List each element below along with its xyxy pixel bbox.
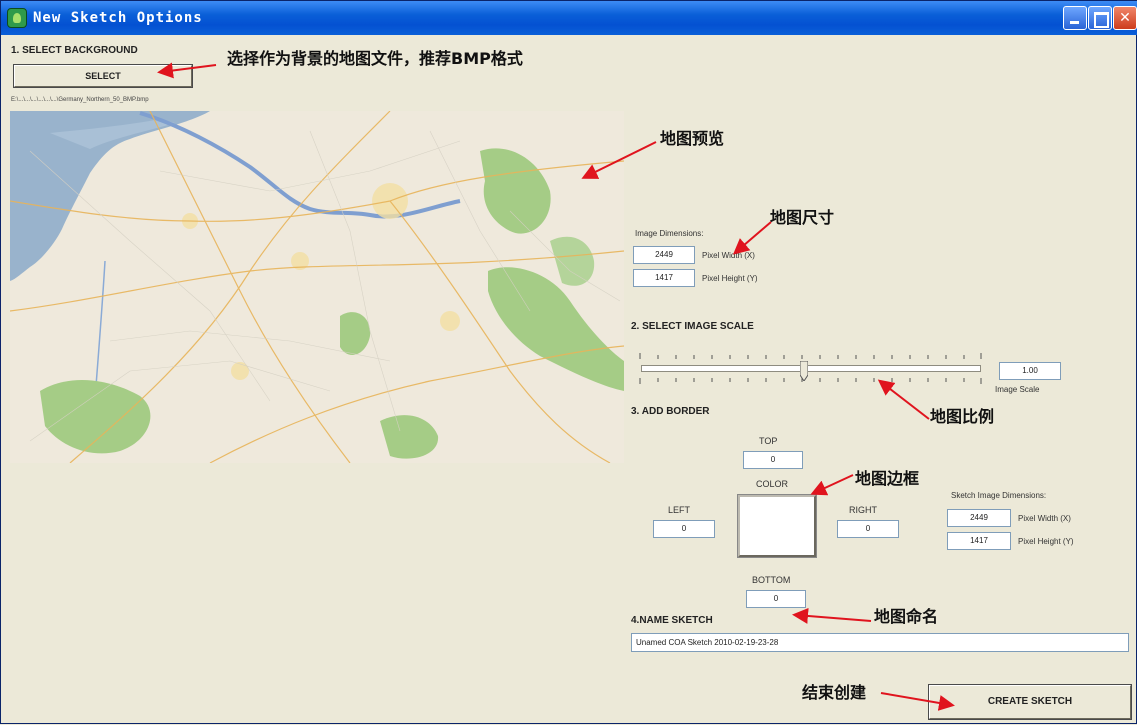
pixel-width-label: Pixel Width (X)	[702, 251, 755, 260]
sketch-pixel-height-field[interactable]: 1417	[947, 532, 1011, 550]
select-image-scale-heading: 2. SELECT IMAGE SCALE	[631, 321, 754, 332]
create-annotation: 结束创建	[802, 683, 867, 702]
border-left-field[interactable]: 0	[653, 520, 715, 538]
app-icon	[7, 8, 27, 28]
border-bottom-label: BOTTOM	[752, 575, 791, 585]
scale-ticks-bottom	[639, 378, 982, 384]
title-bar[interactable]: New Sketch Options ✕	[1, 1, 1137, 35]
maximize-icon	[1089, 7, 1111, 29]
border-right-label: RIGHT	[849, 505, 877, 515]
dimensions-arrow	[732, 221, 772, 255]
image-scale-slider[interactable]	[641, 365, 981, 372]
close-icon: ✕	[1119, 10, 1131, 26]
map-image	[10, 111, 624, 463]
pixel-width-field[interactable]: 2449	[633, 246, 695, 264]
border-bottom-field[interactable]: 0	[746, 590, 806, 608]
sketch-pixel-width-label: Pixel Width (X)	[1018, 514, 1071, 523]
map-preview-annotation: 地图预览	[660, 129, 725, 148]
select-background-heading: 1. SELECT BACKGROUND	[11, 45, 138, 56]
border-annotation: 地图边框	[855, 469, 920, 488]
dimensions-annotation: 地图尺寸	[770, 208, 835, 227]
window-title: New Sketch Options	[33, 10, 203, 26]
border-right-field[interactable]: 0	[837, 520, 899, 538]
create-sketch-button[interactable]: CREATE SKETCH	[928, 684, 1132, 720]
sketch-pixel-width-field[interactable]: 2449	[947, 509, 1011, 527]
image-scale-field[interactable]: 1.00	[999, 362, 1061, 380]
border-color-label: COLOR	[756, 479, 789, 489]
map-preview	[10, 111, 624, 463]
maximize-button[interactable]	[1088, 6, 1112, 30]
border-arrow	[810, 474, 854, 496]
scale-ticks-top	[639, 353, 982, 359]
scale-arrow	[877, 379, 930, 420]
pixel-height-field[interactable]: 1417	[633, 269, 695, 287]
name-arrow	[792, 607, 872, 624]
image-scale-label: Image Scale	[995, 385, 1040, 394]
new-sketch-options-window: New Sketch Options ✕ 1. SELECT BACKGROUN…	[0, 0, 1137, 724]
name-sketch-heading: 4.NAME SKETCH	[631, 615, 713, 626]
border-top-label: TOP	[759, 436, 778, 446]
sketch-name-input[interactable]: Unamed COA Sketch 2010-02-19-23-28	[631, 633, 1129, 652]
minimize-button[interactable]	[1063, 6, 1087, 30]
name-sketch-annotation: 地图命名	[874, 607, 939, 626]
border-top-field[interactable]: 0	[743, 451, 803, 469]
pixel-height-label: Pixel Height (Y)	[702, 274, 758, 283]
border-color-picker[interactable]	[737, 494, 817, 558]
select-button[interactable]: SELECT	[13, 64, 193, 88]
close-button[interactable]: ✕	[1113, 6, 1137, 30]
border-left-label: LEFT	[668, 505, 691, 515]
image-scale-annotation: 地图比例	[930, 407, 995, 426]
sketch-pixel-height-label: Pixel Height (Y)	[1018, 537, 1074, 546]
minimize-icon	[1064, 7, 1086, 29]
select-background-annotation: 选择作为背景的地图文件，推荐BMP格式	[227, 49, 523, 68]
file-path-text: E:\...\...\...\...\...\...\Germany_North…	[11, 97, 149, 103]
sketch-dimensions-heading: Sketch Image Dimensions:	[951, 491, 1047, 500]
image-dimensions-heading: Image Dimensions:	[635, 229, 704, 238]
add-border-heading: 3. ADD BORDER	[631, 406, 710, 417]
